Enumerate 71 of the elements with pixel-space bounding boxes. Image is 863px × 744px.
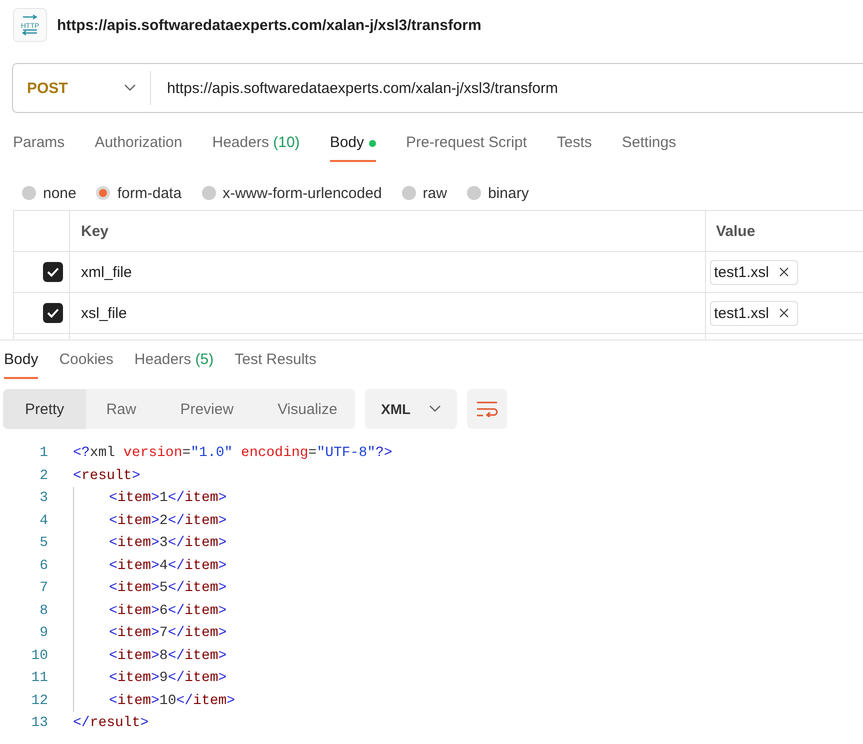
line-number: 9 xyxy=(38,625,49,642)
line-number: 1 xyxy=(38,445,49,462)
close-icon xyxy=(779,267,790,277)
line-number: 2 xyxy=(38,468,49,484)
code-line: <?xml version="1.0" encoding="UTF-8"?> xyxy=(73,445,392,462)
radio-label: binary xyxy=(488,184,529,202)
line-number: 3 xyxy=(38,490,49,506)
code-line: <item>6</item> xyxy=(73,600,227,622)
request-tab[interactable]: Authorization xyxy=(94,132,182,162)
line-number: 12 xyxy=(30,692,49,709)
code-line: <item>5</item> xyxy=(73,577,227,600)
close-icon xyxy=(779,308,790,318)
code-line: <item>7</item> xyxy=(73,622,227,644)
code-line: <result> xyxy=(73,468,140,484)
request-tab[interactable]: Pre-request Script xyxy=(406,132,527,162)
chevron-down-icon xyxy=(124,84,136,92)
radio-button[interactable] xyxy=(96,186,110,200)
file-chip[interactable]: test1.xsl xyxy=(710,260,798,284)
checkmark-icon xyxy=(47,267,59,277)
code-line: <item>8</item> xyxy=(73,644,227,667)
line-number: 10 xyxy=(30,648,49,664)
checkmark-icon xyxy=(47,308,59,318)
view-mode-tab[interactable]: Raw xyxy=(86,389,156,429)
request-tab[interactable]: Settings xyxy=(622,132,676,162)
request-tab[interactable]: Tests xyxy=(556,132,592,162)
line-number: 8 xyxy=(38,602,49,619)
code-line: <item>4</item> xyxy=(73,554,227,577)
url-field[interactable]: https://apis.softwaredataexperts.com/xalan-j/xsl3/transform xyxy=(151,80,558,96)
code-line: <item>9</item> xyxy=(73,667,227,690)
line-number: 5 xyxy=(38,535,49,552)
view-mode-tab[interactable]: Preview xyxy=(160,389,254,429)
request-tab[interactable]: Headers (10) xyxy=(212,132,300,162)
request-tab[interactable]: Params xyxy=(13,132,65,162)
line-number: 4 xyxy=(38,512,49,529)
radio-button[interactable] xyxy=(466,186,481,200)
table-cell: xsl_file xyxy=(70,293,706,333)
code-line: <item>2</item> xyxy=(73,510,227,532)
view-mode-tab[interactable]: Visualize xyxy=(258,389,358,429)
code-line: <item>3</item> xyxy=(73,532,227,554)
radio-label: raw xyxy=(422,184,447,202)
response-tab[interactable]: Cookies xyxy=(59,351,114,379)
radio-label: x-www-form-urlencoded xyxy=(222,184,382,202)
column-header: Value xyxy=(715,222,756,242)
checkbox[interactable] xyxy=(43,303,63,323)
view-mode-tab[interactable]: Pretty xyxy=(3,389,86,429)
wrap-lines-button[interactable] xyxy=(466,389,507,429)
request-title: https://apis.softwaredataexperts.com/xalan-j/xsl3/transform xyxy=(57,16,482,34)
response-tab[interactable]: Headers (5) xyxy=(134,351,214,379)
code-line: </result> xyxy=(73,715,149,732)
radio-button[interactable] xyxy=(402,186,416,200)
wrap-lines-icon xyxy=(476,401,498,417)
table-cell: xml_file xyxy=(70,252,706,292)
checkbox[interactable] xyxy=(43,262,63,282)
code-line: <item>10</item> xyxy=(73,690,236,712)
format-dropdown[interactable]: XML xyxy=(365,389,457,429)
file-chip[interactable]: test1.xsl xyxy=(710,300,798,326)
radio-button[interactable] xyxy=(22,186,36,200)
column-header: Key xyxy=(70,211,706,251)
chevron-down-icon xyxy=(428,405,441,413)
line-number: 13 xyxy=(30,715,49,732)
response-tab[interactable]: Body xyxy=(4,351,38,379)
line-number: 11 xyxy=(30,670,49,686)
method-dropdown[interactable]: POST xyxy=(13,71,151,105)
radio-label: none xyxy=(43,184,76,202)
radio-button[interactable] xyxy=(202,186,216,200)
response-tab[interactable]: Test Results xyxy=(234,351,316,379)
line-number: 7 xyxy=(38,580,49,596)
line-number: 6 xyxy=(38,558,49,574)
request-tab[interactable]: Body xyxy=(330,132,376,162)
radio-label: form-data xyxy=(117,184,182,202)
code-line: <item>1</item> xyxy=(73,487,227,510)
